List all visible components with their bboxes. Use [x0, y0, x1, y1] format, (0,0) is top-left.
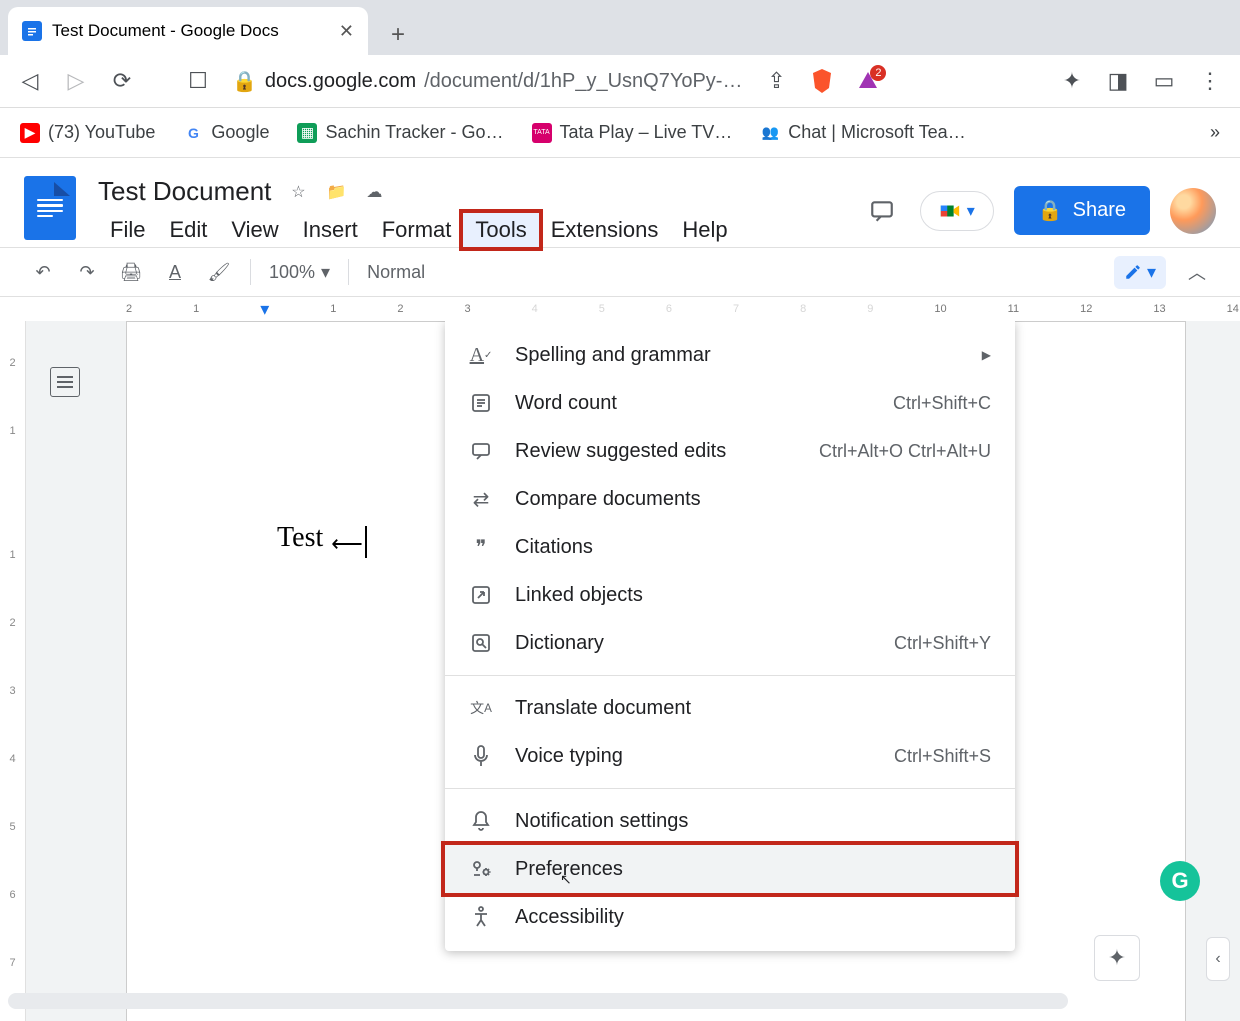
menu-insert[interactable]: Insert: [291, 213, 370, 247]
account-avatar[interactable]: [1170, 188, 1216, 234]
grammarly-icon[interactable]: G: [1160, 861, 1200, 901]
menu-separator: [445, 675, 1015, 676]
wordcount-icon: [469, 391, 493, 415]
comments-icon[interactable]: [864, 193, 900, 229]
brave-shields-icon[interactable]: [810, 69, 834, 93]
bookmarks-overflow-icon[interactable]: »: [1210, 122, 1220, 143]
menuitem-preferences[interactable]: Preferences ↖: [445, 845, 1015, 893]
review-icon: [469, 439, 493, 463]
menu-bar: File Edit View Insert Format Tools Exten…: [98, 213, 842, 247]
menu-separator: [445, 788, 1015, 789]
docs-header: Test Document ☆ 📁 ☁ File Edit View Inser…: [0, 158, 1240, 247]
style-select[interactable]: Normal: [367, 262, 425, 283]
menuitem-review-edits[interactable]: Review suggested edits Ctrl+Alt+O Ctrl+A…: [445, 427, 1015, 475]
menuitem-citations[interactable]: ❞ Citations: [445, 523, 1015, 571]
menu-help[interactable]: Help: [670, 213, 739, 247]
lock-icon: 🔒: [1038, 198, 1063, 223]
new-tab-button[interactable]: +: [378, 15, 418, 55]
editing-mode-chip[interactable]: ▾: [1114, 256, 1166, 289]
zoom-select[interactable]: 100%▾: [269, 262, 330, 283]
outline-toggle-icon[interactable]: [50, 367, 80, 397]
wallet-icon[interactable]: ▭: [1152, 69, 1176, 93]
nav-reload-icon[interactable]: ⟳: [110, 69, 134, 93]
url-field[interactable]: 🔒 docs.google.com/document/d/1hP_y_UsnQ7…: [232, 69, 742, 94]
docs-favicon: [22, 21, 42, 41]
horizontal-scrollbar[interactable]: [8, 993, 1068, 1009]
undo-icon[interactable]: ↶: [30, 259, 56, 285]
link-icon: [469, 583, 493, 607]
horizontal-ruler[interactable]: 21▾123456789101112131415◂16: [0, 297, 1240, 321]
menuitem-notifications[interactable]: Notification settings: [445, 797, 1015, 845]
bookmark-teams[interactable]: 👥Chat | Microsoft Tea…: [760, 122, 965, 143]
extensions-icon[interactable]: ✦: [1060, 69, 1084, 93]
tab-title: Test Document - Google Docs: [52, 21, 279, 41]
print-icon[interactable]: 🖨: [118, 259, 144, 285]
docs-logo-icon[interactable]: [24, 176, 76, 240]
bookmark-page-icon[interactable]: ☐: [186, 69, 210, 93]
document-canvas: 2112345678 Test ⟵ A✓ Spelling and grammar…: [0, 321, 1240, 1021]
menuitem-accessibility[interactable]: Accessibility: [445, 893, 1015, 941]
explore-button[interactable]: ✦: [1094, 935, 1140, 981]
cursor-indicator: ⟵: [331, 531, 363, 557]
bookmark-tataplay[interactable]: TATATata Play – Live TV…: [532, 122, 733, 143]
move-icon[interactable]: 📁: [325, 181, 347, 203]
translate-icon: 文A: [469, 696, 493, 720]
meet-button[interactable]: ▾: [920, 191, 994, 231]
browser-tab-strip: Test Document - Google Docs ✕ +: [0, 0, 1240, 55]
document-body-text[interactable]: Test: [277, 522, 323, 553]
menu-tools[interactable]: Tools: [463, 213, 538, 247]
browser-tab-active[interactable]: Test Document - Google Docs ✕: [8, 7, 368, 55]
menuitem-dictionary[interactable]: Dictionary Ctrl+Shift+Y: [445, 619, 1015, 667]
menuitem-word-count[interactable]: Word count Ctrl+Shift+C: [445, 379, 1015, 427]
cloud-status-icon[interactable]: ☁: [363, 181, 385, 203]
preferences-icon: [469, 857, 493, 881]
spellcheck-icon[interactable]: A: [162, 259, 188, 285]
brave-rewards-icon[interactable]: 2: [856, 69, 880, 93]
bell-icon: [469, 809, 493, 833]
tab-close-icon[interactable]: ✕: [339, 21, 354, 42]
menu-view[interactable]: View: [219, 213, 290, 247]
share-url-icon[interactable]: ⇪: [764, 69, 788, 93]
bookmark-youtube[interactable]: ▶(73) YouTube: [20, 122, 155, 143]
menu-edit[interactable]: Edit: [157, 213, 219, 247]
paint-format-icon[interactable]: 🖌: [206, 259, 232, 285]
accessibility-icon: [469, 905, 493, 929]
share-button[interactable]: 🔒 Share: [1014, 186, 1150, 235]
sidepanel-icon[interactable]: ◨: [1106, 69, 1130, 93]
vertical-ruler[interactable]: 2112345678: [0, 321, 26, 1021]
lock-icon: 🔒: [232, 69, 257, 94]
docs-toolbar: ↶ ↷ 🖨 A 🖌 100%▾ Normal ▾ ︿: [0, 247, 1240, 297]
menuitem-spelling-grammar[interactable]: A✓ Spelling and grammar ▶: [445, 331, 1015, 379]
tools-dropdown: A✓ Spelling and grammar ▶ Word count Ctr…: [445, 321, 1015, 951]
nav-forward-icon[interactable]: ▷: [64, 69, 88, 93]
menuitem-linked-objects[interactable]: Linked objects: [445, 571, 1015, 619]
browser-address-bar: ◁ ▷ ⟳ ☐ 🔒 docs.google.com/document/d/1hP…: [0, 55, 1240, 108]
bookmark-sheets[interactable]: ▦Sachin Tracker - Go…: [297, 122, 503, 143]
chevron-down-icon: ▾: [967, 201, 975, 221]
menuitem-compare-docs[interactable]: ⇄ Compare documents: [445, 475, 1015, 523]
menuitem-translate[interactable]: 文A Translate document: [445, 684, 1015, 732]
redo-icon[interactable]: ↷: [74, 259, 100, 285]
text-cursor: [365, 526, 367, 558]
microphone-icon: [469, 744, 493, 768]
mouse-cursor-icon: ↖: [560, 871, 572, 888]
compare-icon: ⇄: [469, 487, 493, 511]
dictionary-icon: [469, 631, 493, 655]
browser-menu-icon[interactable]: ⋮: [1198, 69, 1222, 93]
bookmark-google[interactable]: GGoogle: [183, 122, 269, 143]
star-icon[interactable]: ☆: [287, 181, 309, 203]
menu-format[interactable]: Format: [370, 213, 464, 247]
menuitem-voice-typing[interactable]: Voice typing Ctrl+Shift+S: [445, 732, 1015, 780]
menu-file[interactable]: File: [98, 213, 157, 247]
collapse-toolbar-icon[interactable]: ︿: [1184, 259, 1210, 285]
bookmarks-bar: ▶(73) YouTube GGoogle ▦Sachin Tracker - …: [0, 108, 1240, 158]
spellcheck-icon: A✓: [469, 343, 493, 367]
quote-icon: ❞: [469, 535, 493, 559]
submenu-arrow-icon: ▶: [982, 348, 991, 362]
nav-back-icon[interactable]: ◁: [18, 69, 42, 93]
side-collapse-icon[interactable]: ‹: [1206, 937, 1230, 981]
document-title[interactable]: Test Document: [98, 176, 271, 207]
menu-extensions[interactable]: Extensions: [539, 213, 671, 247]
